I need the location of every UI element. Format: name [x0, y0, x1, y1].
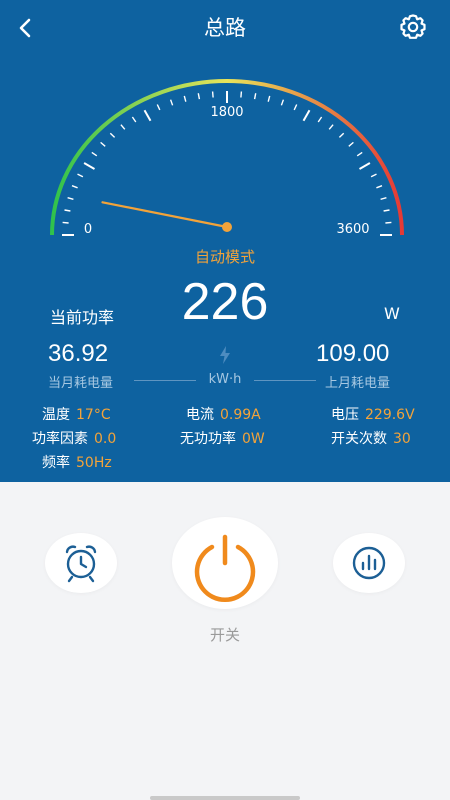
gauge-tick	[383, 209, 390, 212]
param-power-factor: 功率因素 0.0	[32, 428, 116, 448]
param-power-factor-value: 0.0	[94, 431, 117, 447]
gauge-tick	[317, 116, 323, 123]
param-frequency-label: 频率	[42, 455, 70, 471]
param-frequency: 频率 50Hz	[42, 452, 112, 472]
home-indicator[interactable]	[150, 796, 300, 800]
gauge-tick	[131, 116, 137, 123]
param-current: 电流 0.99A	[186, 404, 261, 424]
gauge-tick	[109, 132, 116, 138]
param-current-value: 0.99A	[220, 407, 261, 423]
gauge-min-label: 0	[84, 222, 92, 237]
statistics-button[interactable]	[333, 533, 405, 593]
gauge-tick	[267, 95, 271, 102]
bar-chart-icon	[352, 546, 386, 580]
param-voltage-value: 229.6V	[365, 407, 415, 423]
gauge-tick	[64, 209, 71, 212]
power-gauge: 0 1800 3600	[50, 79, 404, 237]
gauge-needle-hub	[222, 222, 232, 232]
param-temperature: 温度 17°C	[42, 404, 111, 424]
param-switch-count-label: 开关次数	[331, 431, 387, 447]
power-icon	[194, 534, 256, 603]
page-title: 总路	[204, 16, 246, 40]
gauge-tick	[183, 95, 187, 102]
gauge-tick	[143, 109, 152, 122]
param-temperature-value: 17°C	[76, 407, 111, 423]
param-temperature-label: 温度	[42, 407, 70, 423]
header-bar: 总路	[0, 0, 450, 56]
gauge-tick	[338, 132, 345, 138]
gauge-tick	[385, 221, 392, 224]
gauge-tick	[293, 104, 298, 111]
power-unit: W	[384, 304, 400, 323]
gauge-tick	[169, 99, 174, 106]
gauge-tick	[240, 91, 243, 98]
param-voltage: 电压 229.6V	[331, 404, 415, 424]
gauge-needle	[101, 201, 229, 229]
param-reactive-power-label: 无功功率	[180, 431, 236, 447]
gauge-tick	[100, 141, 106, 147]
alarm-clock-icon	[65, 545, 97, 583]
gauge-tick	[356, 151, 363, 157]
gauge-tick	[67, 197, 74, 200]
gauge-tick	[376, 185, 383, 189]
gauge-tick	[197, 93, 201, 100]
divider-right	[254, 380, 316, 381]
last-month-energy-value: 109.00	[316, 340, 390, 367]
gauge-tick	[77, 173, 84, 178]
gauge-tick	[302, 109, 311, 122]
param-switch-count-value: 30	[393, 431, 411, 447]
gauge-mid-label: 1800	[210, 105, 243, 120]
gauge-tick	[380, 197, 387, 200]
gauge-tick	[91, 151, 98, 157]
lightning-icon	[220, 346, 230, 364]
gauge-tick	[370, 173, 377, 178]
power-panel: 总路 0 1800 3600 自动模式 当前功率 226 W 36.92 109…	[0, 0, 450, 482]
gauge-tick	[62, 221, 69, 224]
param-voltage-label: 电压	[331, 407, 359, 423]
gauge-tick	[211, 91, 214, 98]
param-reactive-power-value: 0W	[242, 431, 265, 447]
gauge-tick	[359, 162, 371, 170]
gauge-tick	[328, 124, 334, 130]
gauge-tick	[156, 104, 161, 111]
switch-label: 开关	[209, 626, 240, 644]
param-power-factor-label: 功率因素	[32, 431, 88, 447]
param-reactive-power: 无功功率 0W	[180, 428, 265, 448]
current-power-value: 226	[181, 273, 269, 331]
power-switch-button[interactable]	[172, 517, 278, 609]
timer-button[interactable]	[45, 533, 117, 593]
gauge-tick	[280, 99, 285, 106]
gear-icon[interactable]	[398, 12, 428, 42]
this-month-energy-value: 36.92	[48, 340, 109, 367]
last-month-energy-label: 上月耗电量	[325, 376, 391, 391]
gauge-tick	[71, 185, 78, 189]
param-current-label: 电流	[186, 407, 214, 423]
mode-label: 自动模式	[194, 248, 255, 266]
param-switch-count: 开关次数 30	[331, 428, 411, 448]
gauge-tick	[348, 141, 354, 147]
gauge-tick	[253, 93, 257, 100]
gauge-tick	[120, 124, 126, 130]
gauge-tick	[83, 162, 95, 170]
param-frequency-value: 50Hz	[76, 455, 112, 471]
gauge-max-label: 3600	[336, 222, 369, 237]
